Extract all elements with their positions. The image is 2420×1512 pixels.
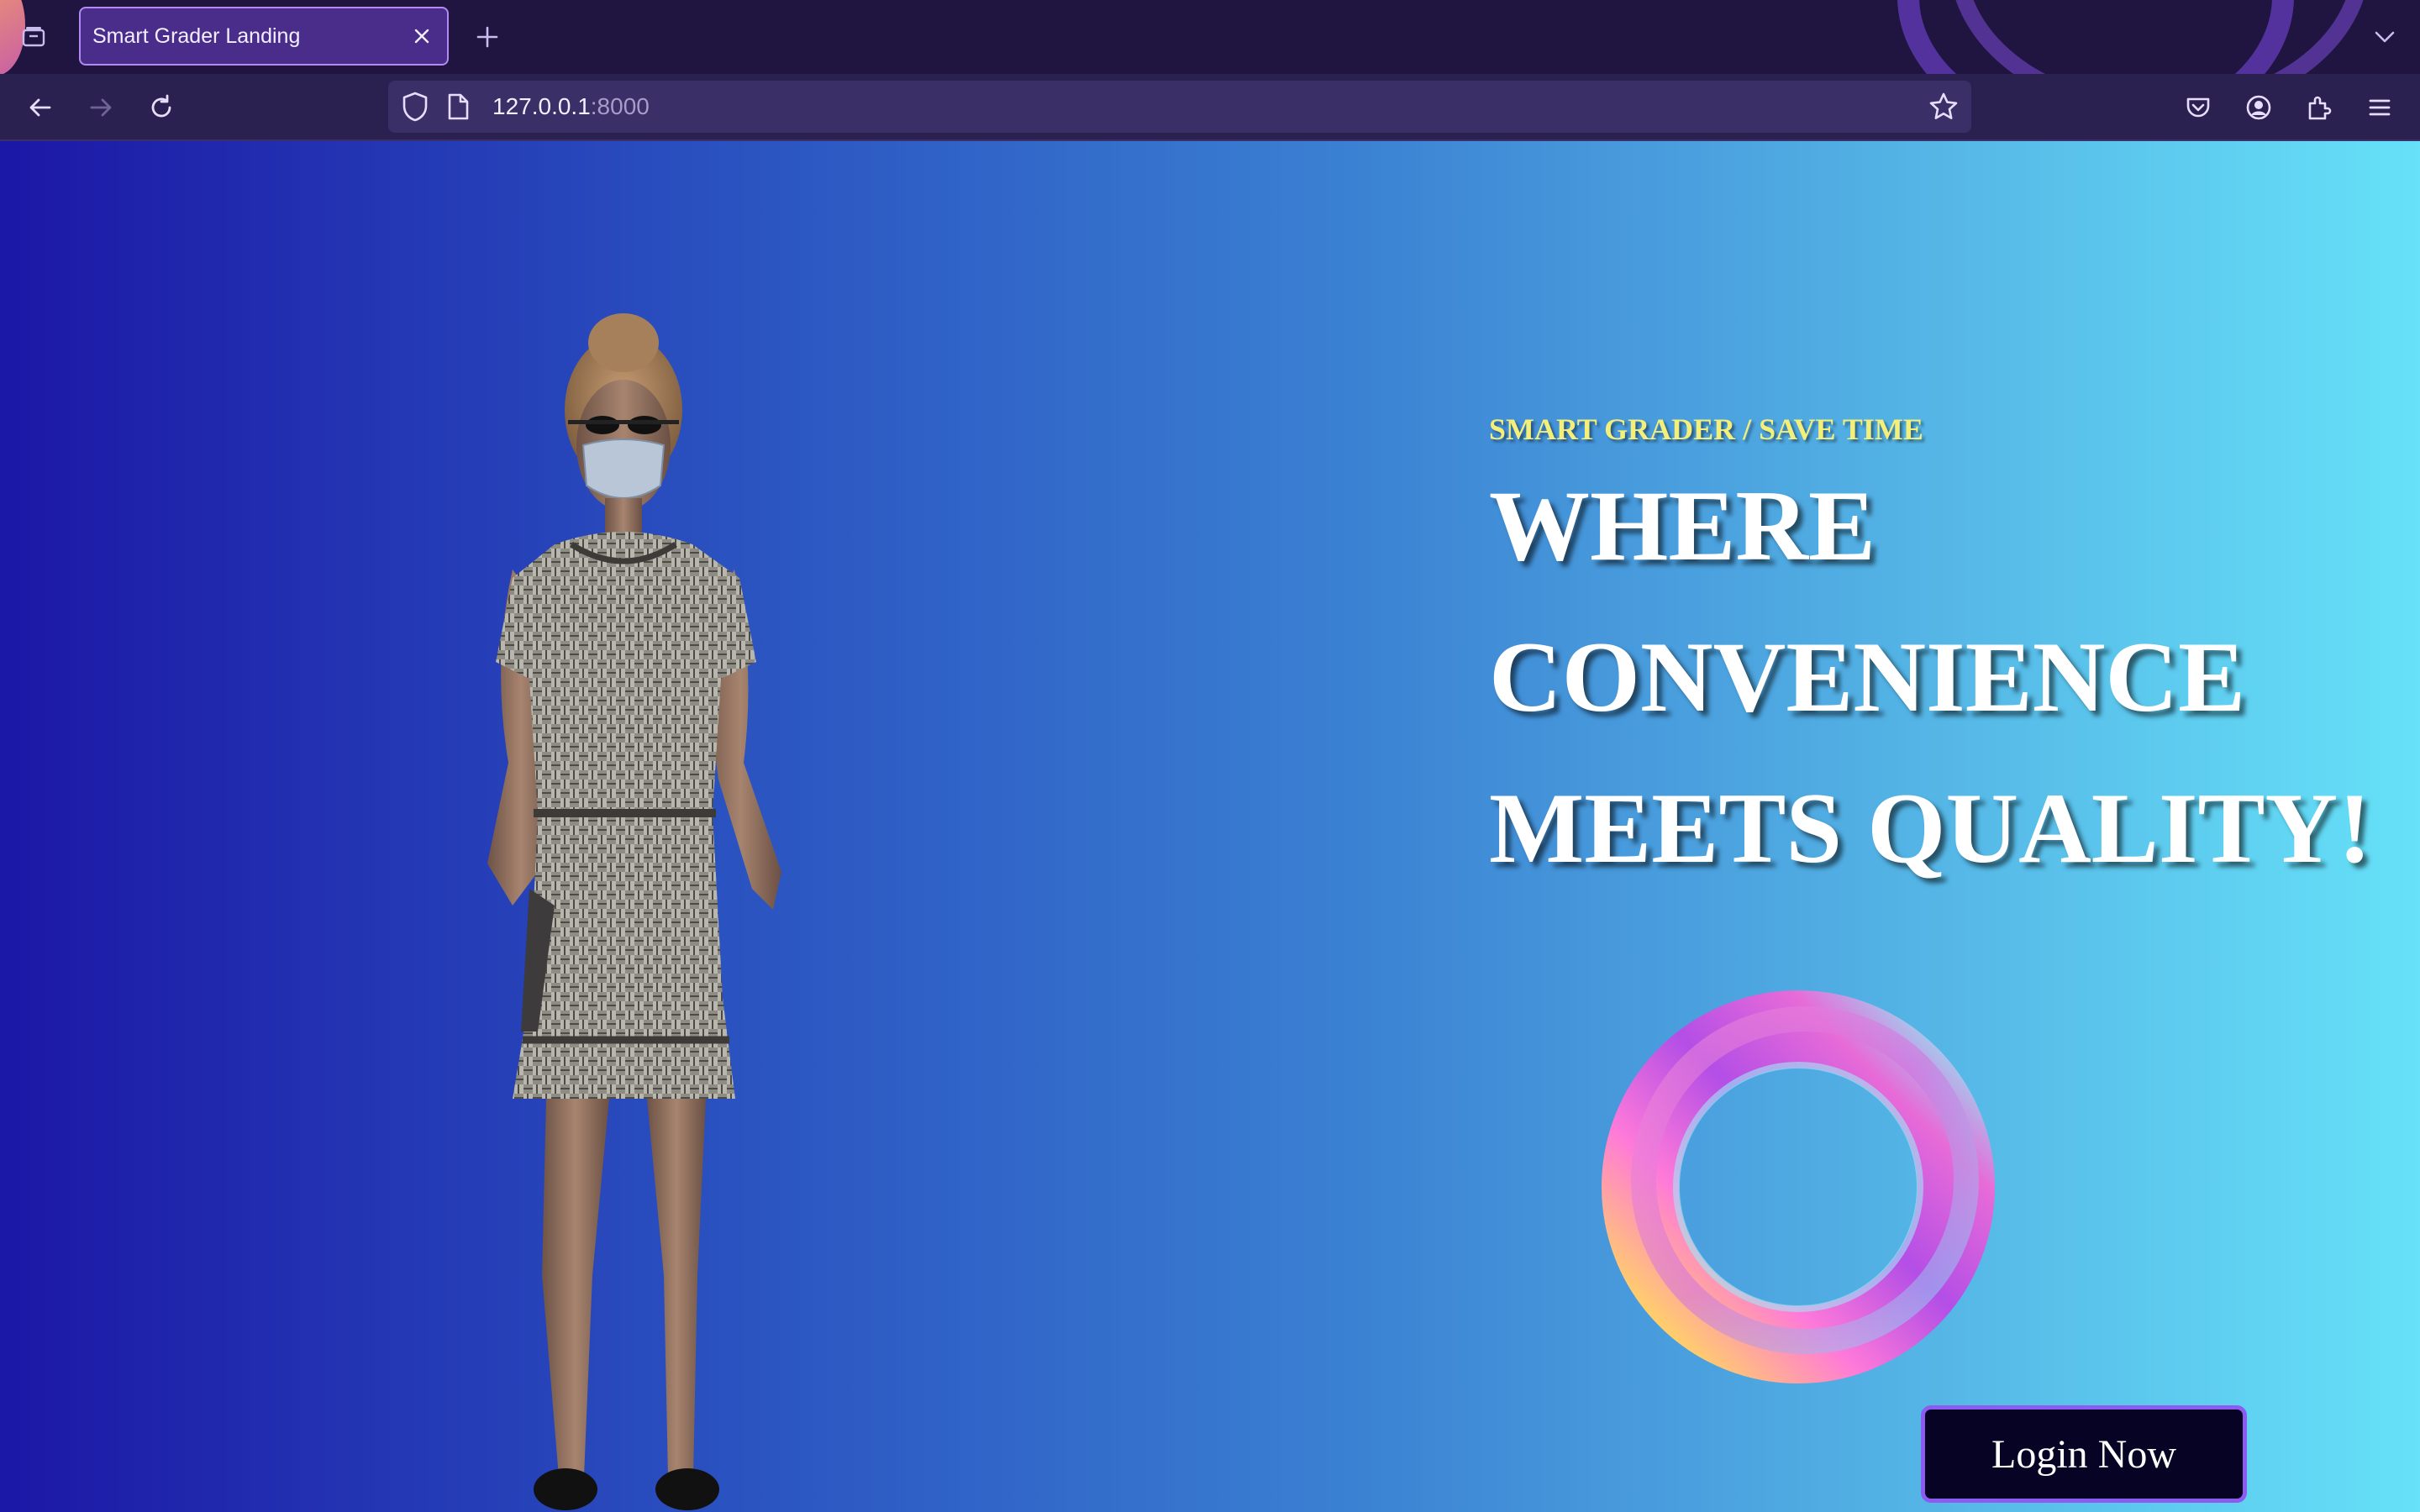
reload-icon[interactable] <box>143 89 180 126</box>
headline-line: MEETS QUALITY! <box>1489 772 2372 884</box>
url-host: 127.0.0.1 <box>492 93 591 119</box>
navigation-toolbar: 127.0.0.1:8000 <box>0 74 2420 141</box>
landing-page: SMART GRADER / SAVE TIME WHERE CONVENIEN… <box>0 141 2420 1512</box>
headline-line: WHERE <box>1489 470 1876 581</box>
address-bar[interactable]: 127.0.0.1:8000 <box>388 81 1971 133</box>
tab-overview-icon[interactable] <box>17 20 50 54</box>
character-illustration <box>487 313 781 1510</box>
account-icon[interactable] <box>2240 89 2277 126</box>
back-arrow-icon[interactable] <box>22 89 59 126</box>
star-icon[interactable] <box>1928 91 1960 127</box>
headline-line: CONVENIENCE <box>1489 621 2246 732</box>
menu-icon[interactable] <box>2361 89 2398 126</box>
plus-icon[interactable] <box>471 20 504 54</box>
pocket-icon[interactable] <box>2180 89 2217 126</box>
tab-title: Smart Grader Landing <box>92 24 301 48</box>
shield-icon[interactable] <box>400 91 430 127</box>
extensions-icon[interactable] <box>2301 89 2338 126</box>
url-port: :8000 <box>590 93 650 119</box>
tab-active[interactable]: Smart Grader Landing <box>79 7 449 66</box>
page-icon[interactable] <box>445 92 471 125</box>
url-text[interactable]: 127.0.0.1:8000 <box>492 93 650 120</box>
login-now-button[interactable]: Login Now <box>1921 1405 2247 1503</box>
close-icon[interactable] <box>405 19 439 53</box>
forward-arrow-icon[interactable] <box>82 89 119 126</box>
hero-headline: WHERE CONVENIENCE MEETS QUALITY! <box>1489 450 2413 904</box>
chevron-down-icon[interactable] <box>2368 20 2402 54</box>
theme-decoration <box>1949 0 2370 74</box>
tagline: SMART GRADER / SAVE TIME <box>1489 412 1923 446</box>
iridescent-ring-graphic <box>1602 990 1995 1383</box>
tab-bar: Smart Grader Landing <box>0 0 2420 74</box>
